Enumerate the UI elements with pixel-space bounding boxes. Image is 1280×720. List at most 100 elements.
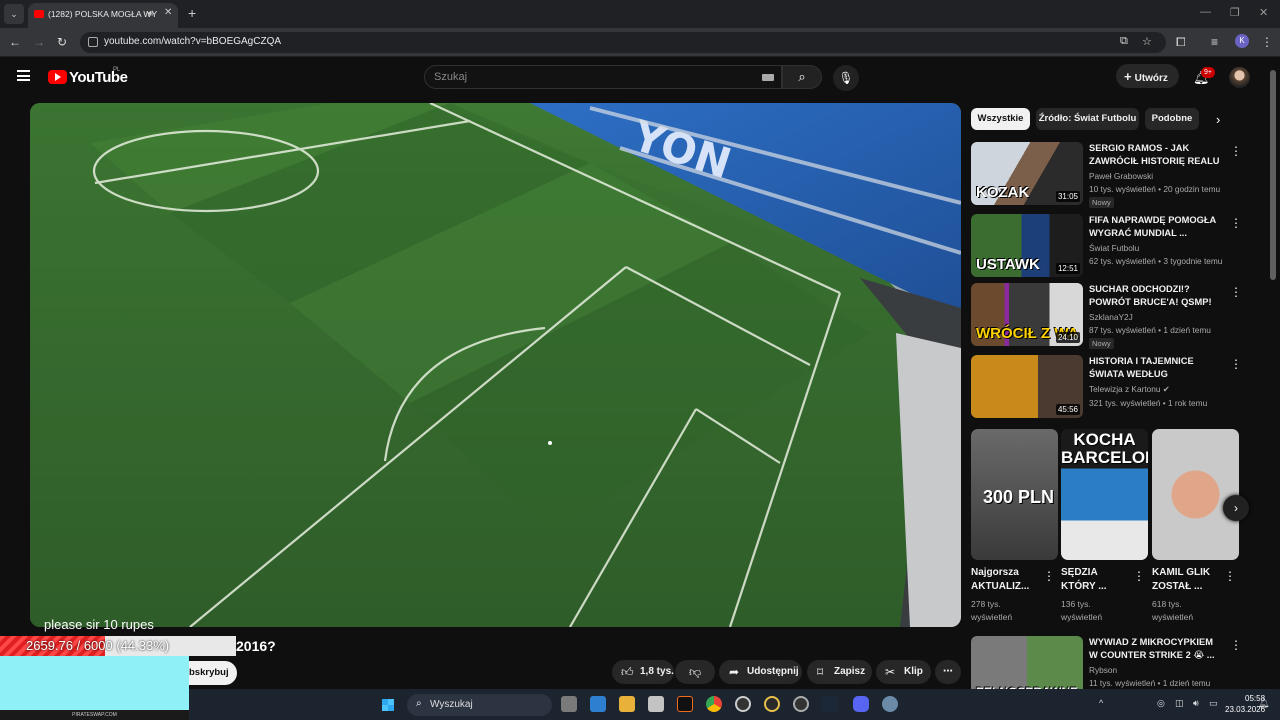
chevron-right-icon[interactable]: › — [1216, 112, 1220, 127]
app-icon[interactable] — [735, 696, 751, 712]
reload-icon[interactable]: ↻ — [57, 35, 67, 49]
tab-search-chevron-icon[interactable]: ⌄ — [4, 4, 24, 24]
clip-button[interactable]: ✂ Klip — [876, 660, 931, 684]
outlook-icon[interactable] — [590, 696, 606, 712]
battery-icon[interactable]: ▭ — [1209, 698, 1218, 709]
video-player[interactable]: YON — [30, 103, 961, 627]
app-icon[interactable] — [793, 696, 809, 712]
video-thumbnail[interactable]: WRÓCIŁ Z WA 24:10 — [971, 283, 1083, 346]
video-title[interactable]: FIFA NAPRAWDĘ POMOGŁA WYGRAĆ MUNDIAL ... — [1089, 214, 1221, 240]
volume-icon[interactable]: 🔊︎ — [1193, 698, 1199, 709]
settings-gear-icon[interactable] — [882, 696, 898, 712]
more-vert-icon[interactable]: ⋮ — [1261, 35, 1273, 49]
search-input[interactable]: Szukaj — [424, 65, 782, 89]
youtube-logo-icon[interactable] — [48, 70, 67, 84]
channel-name[interactable]: Telewizja z Kartonu ✔ — [1089, 384, 1170, 394]
account-avatar[interactable] — [1229, 67, 1250, 88]
more-vert-icon[interactable]: ⋮ — [1230, 144, 1242, 158]
file-explorer-icon[interactable] — [619, 696, 635, 712]
hamburger-menu-icon[interactable] — [17, 70, 30, 81]
save-button[interactable]: ⌑ Zapisz — [807, 660, 872, 684]
more-actions-button[interactable]: ⋯ — [935, 660, 961, 684]
chip-source[interactable]: Źródło: Świat Futbolu — [1036, 108, 1139, 130]
minimize-icon[interactable]: — — [1200, 6, 1211, 18]
steam-icon[interactable] — [822, 696, 838, 712]
keyboard-icon[interactable] — [762, 74, 774, 81]
scissors-icon: ✂ — [885, 665, 896, 679]
cast-icon[interactable]: ⧉ — [1120, 35, 1128, 48]
notification-icon[interactable]: 🔔︎ — [1258, 698, 1269, 709]
dislike-button[interactable]: 👎︎ — [675, 660, 715, 684]
new-tab-button[interactable]: + — [188, 5, 196, 21]
discord-icon[interactable] — [853, 696, 869, 712]
site-info-icon[interactable] — [88, 37, 98, 47]
chevron-up-icon[interactable]: ^ — [1099, 698, 1103, 708]
video-thumbnail[interactable]: 45:56 — [971, 355, 1083, 418]
video-duration: 45:56 — [1055, 404, 1080, 415]
more-vert-icon[interactable]: ⋮ — [1224, 569, 1236, 583]
video-thumbnail[interactable]: KOZAK 31:05 — [971, 142, 1083, 205]
chip-all[interactable]: Wszystkie — [971, 108, 1030, 130]
like-button[interactable]: 👍︎ 1,8 tys. — [612, 660, 674, 684]
channel-name[interactable]: SzklanaY2J — [1089, 312, 1133, 322]
close-window-icon[interactable]: ✕ — [1259, 6, 1268, 19]
short-title[interactable]: Najgorsza AKTUALIZ... — [971, 566, 1041, 594]
speaker-icon[interactable]: 🔊︎ — [148, 8, 154, 19]
terminal-icon[interactable] — [677, 696, 693, 712]
restore-icon[interactable]: ❐ — [1230, 6, 1240, 19]
recommendation-item[interactable]: WRÓCIŁ Z WA 24:10 SUCHAR ODCHODZI!? POWR… — [971, 283, 1261, 349]
app-icon[interactable] — [764, 696, 780, 712]
network-icon[interactable]: ◫ — [1175, 698, 1184, 709]
recommendation-item[interactable]: 45:56 HISTORIA I TAJEMNICE ŚWIATA WEDŁUG… — [971, 355, 1261, 419]
recommendation-item[interactable]: KOZAK 31:05 SERGIO RAMOS - JAK ZAWRÓCIŁ … — [971, 142, 1261, 208]
extensions-icon[interactable]: ⧠ — [1176, 35, 1186, 50]
video-title[interactable]: WYWIAD Z MIKROCYPKIEM W COUNTER STRIKE 2… — [1089, 636, 1221, 662]
close-tab-icon[interactable]: ✕ — [164, 7, 172, 18]
short-thumbnail[interactable]: KOCHA BARCELONE — [1061, 429, 1148, 560]
voice-search-button[interactable]: 🎙︎ — [833, 65, 859, 91]
forward-icon[interactable]: → — [33, 35, 45, 49]
page-scrollbar[interactable] — [1270, 70, 1276, 280]
video-thumbnail[interactable]: USTAWK 12:51 — [971, 214, 1083, 277]
channel-name[interactable]: Rybson — [1089, 665, 1117, 675]
url-text[interactable]: youtube.com/watch?v=bBOEGAgCZQA — [104, 36, 281, 47]
short-title[interactable]: KAMIL GLIK ZOSTAŁ ... — [1152, 566, 1222, 594]
more-vert-icon[interactable]: ⋮ — [1133, 569, 1145, 583]
profile-avatar[interactable]: K — [1235, 34, 1249, 48]
more-vert-icon[interactable]: ⋮ — [1230, 357, 1242, 371]
recommendation-item[interactable]: USTAWK 12:51 FIFA NAPRAWDĘ POMOGŁA WYGRA… — [971, 214, 1261, 278]
channel-name[interactable]: Paweł Grabowski — [1089, 171, 1153, 181]
short-views: 136 tys. wyświetleń — [1061, 599, 1103, 622]
more-vert-icon[interactable]: ⋮ — [1230, 638, 1242, 652]
task-view-icon[interactable] — [561, 696, 577, 712]
channel-name[interactable]: Świat Futbolu — [1089, 243, 1139, 253]
back-icon[interactable]: ← — [9, 35, 21, 49]
subscribe-button[interactable]: bskrybuj — [189, 661, 237, 685]
windows-start-icon[interactable] — [381, 698, 395, 712]
video-meta: 321 tys. wyświetleń • 1 rok temu — [1089, 398, 1208, 408]
video-title[interactable]: SERGIO RAMOS - JAK ZAWRÓCIŁ HISTORIĘ REA… — [1089, 142, 1221, 169]
more-vert-icon[interactable]: ⋮ — [1043, 569, 1055, 583]
create-button[interactable]: + Utwórz — [1116, 64, 1179, 88]
bookmark-star-icon[interactable]: ☆ — [1142, 35, 1152, 48]
taskbar-search-input[interactable]: ⌕ Wyszukaj — [407, 694, 552, 716]
chrome-icon[interactable] — [706, 696, 722, 712]
reading-list-icon[interactable]: ≡ — [1211, 35, 1218, 49]
tray-app-icon[interactable]: ◎ — [1157, 698, 1165, 709]
search-button[interactable]: ⌕ — [782, 65, 822, 89]
video-title[interactable]: HISTORIA I TAJEMNICE ŚWIATA WEDŁUG KIEPS… — [1089, 355, 1221, 382]
more-vert-icon[interactable]: ⋮ — [1230, 216, 1242, 230]
browser-tab-active[interactable]: (1282) POLSKA MOGŁA WY 🔊︎ ✕ — [28, 3, 178, 28]
short-title[interactable]: SĘDZIA KTÓRY ... — [1061, 566, 1131, 594]
chip-related[interactable]: Podobne — [1145, 108, 1199, 130]
address-bar[interactable]: youtube.com/watch?v=bBOEGAgCZQA ⧉ ☆ — [80, 32, 1166, 53]
more-vert-icon[interactable]: ⋮ — [1230, 285, 1242, 299]
store-icon[interactable] — [648, 696, 664, 712]
youtube-favicon-icon — [34, 10, 44, 18]
short-thumbnail[interactable]: 300 PLN — [971, 429, 1058, 560]
short-thumbnail[interactable] — [1152, 429, 1239, 560]
shorts-next-chevron-icon[interactable]: › — [1223, 495, 1249, 521]
share-button[interactable]: ➦ Udostępnij — [719, 660, 802, 684]
video-title: 2016? — [236, 638, 276, 654]
video-title[interactable]: SUCHAR ODCHODZI!? POWRÓT BRUCE'A! QSMP! … — [1089, 283, 1221, 310]
